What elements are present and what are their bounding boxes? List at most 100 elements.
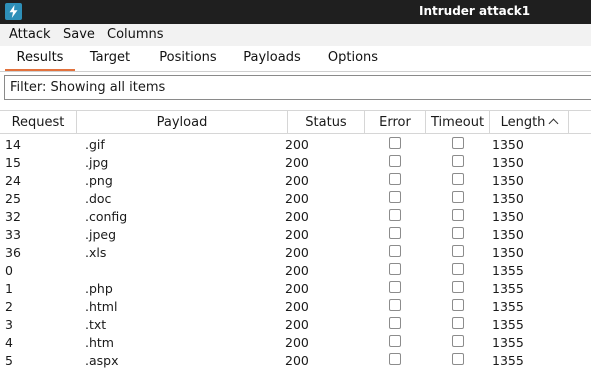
tab-results[interactable]: Results xyxy=(5,46,75,71)
sort-ascending-icon xyxy=(548,118,559,129)
table-row[interactable]: 32 .config 200 1350 xyxy=(0,207,591,225)
request-cell: 2 xyxy=(5,299,13,314)
error-checkbox[interactable] xyxy=(389,173,401,185)
timeout-checkbox[interactable] xyxy=(452,353,464,365)
error-checkbox[interactable] xyxy=(389,209,401,221)
tab-options[interactable]: Options xyxy=(320,46,386,71)
menu-columns[interactable]: Columns xyxy=(107,27,164,42)
filter-bar[interactable]: Filter: Showing all items xyxy=(4,75,591,100)
column-header-label: Payload xyxy=(156,115,208,130)
error-checkbox[interactable] xyxy=(389,137,401,149)
timeout-checkbox[interactable] xyxy=(452,245,464,257)
request-cell: 1 xyxy=(5,281,13,296)
table-row[interactable]: 15 .jpg 200 1350 xyxy=(0,153,591,171)
tab-positions[interactable]: Positions xyxy=(152,46,224,71)
status-cell: 200 xyxy=(285,353,309,368)
column-header-label: Request xyxy=(11,115,65,130)
column-header-label: Status xyxy=(305,115,347,130)
status-cell: 200 xyxy=(285,137,309,152)
column-header-status[interactable]: Status xyxy=(288,111,365,133)
column-header-label: Length xyxy=(500,115,546,130)
request-cell: 14 xyxy=(5,137,21,152)
table-header: Request Payload Status Error Timeout Len… xyxy=(0,110,591,134)
menu-bar: Attack Save Columns xyxy=(0,24,591,46)
timeout-checkbox[interactable] xyxy=(452,173,464,185)
error-checkbox[interactable] xyxy=(389,263,401,275)
table-row[interactable]: 5 .aspx 200 1355 xyxy=(0,351,591,369)
timeout-checkbox[interactable] xyxy=(452,155,464,167)
column-header-label: Error xyxy=(379,115,411,130)
status-cell: 200 xyxy=(285,155,309,170)
tab-bar: Results Target Positions Payloads Option… xyxy=(0,46,591,72)
table-row[interactable]: 24 .png 200 1350 xyxy=(0,171,591,189)
timeout-checkbox[interactable] xyxy=(452,281,464,293)
timeout-checkbox[interactable] xyxy=(452,335,464,347)
table-row[interactable]: 33 .jpeg 200 1350 xyxy=(0,225,591,243)
timeout-checkbox[interactable] xyxy=(452,299,464,311)
error-checkbox[interactable] xyxy=(389,191,401,203)
error-checkbox[interactable] xyxy=(389,245,401,257)
table-row[interactable]: 36 .xls 200 1350 xyxy=(0,243,591,261)
status-cell: 200 xyxy=(285,335,309,350)
length-cell: 1350 xyxy=(492,209,524,224)
timeout-checkbox[interactable] xyxy=(452,263,464,275)
title-bar: Intruder attack1 xyxy=(0,0,591,24)
column-header-timeout[interactable]: Timeout xyxy=(426,111,490,133)
table-row[interactable]: 0 200 1355 xyxy=(0,261,591,279)
request-cell: 5 xyxy=(5,353,13,368)
menu-save[interactable]: Save xyxy=(63,27,95,42)
tab-target[interactable]: Target xyxy=(80,46,140,71)
column-header-error[interactable]: Error xyxy=(365,111,426,133)
error-checkbox[interactable] xyxy=(389,299,401,311)
request-cell: 0 xyxy=(5,263,13,278)
tab-payloads[interactable]: Payloads xyxy=(236,46,308,71)
timeout-checkbox[interactable] xyxy=(452,191,464,203)
payload-cell: .gif xyxy=(85,137,105,152)
length-cell: 1350 xyxy=(492,173,524,188)
request-cell: 24 xyxy=(5,173,21,188)
menu-attack[interactable]: Attack xyxy=(9,27,51,42)
timeout-checkbox[interactable] xyxy=(452,137,464,149)
table-row[interactable]: 14 .gif 200 1350 xyxy=(0,135,591,153)
column-header-length[interactable]: Length xyxy=(490,111,569,133)
length-cell: 1350 xyxy=(492,227,524,242)
window-title: Intruder attack1 xyxy=(419,4,531,18)
table-row[interactable]: 3 .txt 200 1355 xyxy=(0,315,591,333)
error-checkbox[interactable] xyxy=(389,317,401,329)
results-table: Request Payload Status Error Timeout Len… xyxy=(0,110,591,370)
length-cell: 1355 xyxy=(492,281,524,296)
request-cell: 33 xyxy=(5,227,21,242)
payload-cell: .config xyxy=(85,209,128,224)
burp-lightning-icon xyxy=(5,3,22,20)
error-checkbox[interactable] xyxy=(389,281,401,293)
table-row[interactable]: 2 .html 200 1355 xyxy=(0,297,591,315)
length-cell: 1350 xyxy=(492,245,524,260)
table-row[interactable]: 1 .php 200 1355 xyxy=(0,279,591,297)
payload-cell: .jpg xyxy=(85,155,109,170)
table-row[interactable]: 4 .htm 200 1355 xyxy=(0,333,591,351)
table-row[interactable]: 25 .doc 200 1350 xyxy=(0,189,591,207)
length-cell: 1350 xyxy=(492,191,524,206)
error-checkbox[interactable] xyxy=(389,155,401,167)
length-cell: 1355 xyxy=(492,353,524,368)
request-cell: 4 xyxy=(5,335,13,350)
status-cell: 200 xyxy=(285,209,309,224)
length-cell: 1355 xyxy=(492,263,524,278)
payload-cell: .doc xyxy=(85,191,112,206)
column-header-request[interactable]: Request xyxy=(0,111,77,133)
payload-cell: .htm xyxy=(85,335,114,350)
status-cell: 200 xyxy=(285,281,309,296)
error-checkbox[interactable] xyxy=(389,227,401,239)
column-header-payload[interactable]: Payload xyxy=(77,111,288,133)
status-cell: 200 xyxy=(285,173,309,188)
error-checkbox[interactable] xyxy=(389,335,401,347)
timeout-checkbox[interactable] xyxy=(452,227,464,239)
timeout-checkbox[interactable] xyxy=(452,317,464,329)
request-cell: 36 xyxy=(5,245,21,260)
timeout-checkbox[interactable] xyxy=(452,209,464,221)
filter-label: Filter: Showing all items xyxy=(10,80,166,95)
status-cell: 200 xyxy=(285,263,309,278)
error-checkbox[interactable] xyxy=(389,353,401,365)
payload-cell: .xls xyxy=(85,245,107,260)
payload-cell: .jpeg xyxy=(85,227,117,242)
